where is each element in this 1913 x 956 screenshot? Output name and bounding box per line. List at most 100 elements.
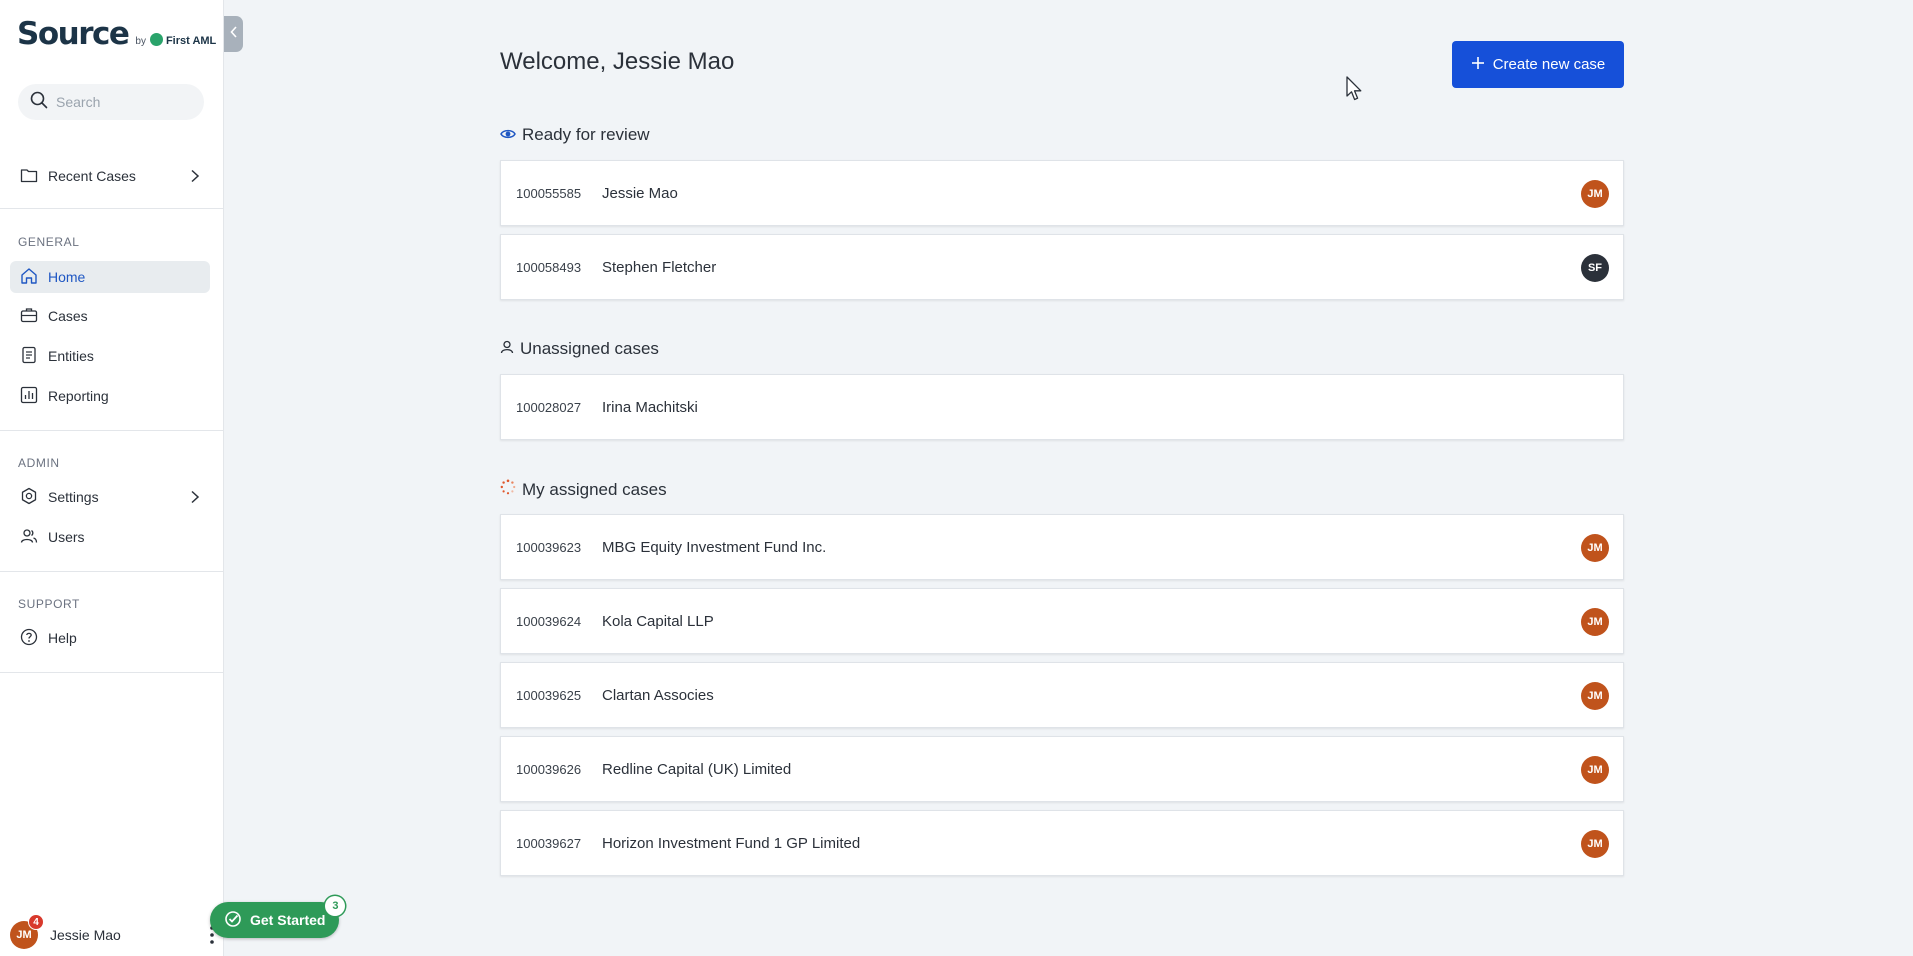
user-menu[interactable]: JM 4 Jessie Mao — [10, 914, 215, 949]
my-assigned-cases-heading: My assigned cases — [500, 479, 667, 500]
case-id: 100028027 — [516, 399, 582, 415]
search-input[interactable] — [56, 94, 196, 110]
progress-spinner-icon — [500, 479, 516, 500]
case-id: 100058493 — [516, 259, 582, 275]
sidebar: Source by First AML Recent Cases GENERAL… — [0, 0, 224, 956]
my-assigned-cases-list: 100039623 MBG Equity Investment Fund Inc… — [500, 514, 1624, 876]
case-name: Jessie Mao — [602, 184, 678, 202]
unassigned-cases-heading: Unassigned cases — [500, 339, 659, 359]
avatar[interactable]: JM 4 — [10, 914, 44, 949]
assignee-avatar: JM — [1581, 608, 1609, 636]
assignee-avatar: JM — [1581, 180, 1609, 208]
case-id: 100039624 — [516, 613, 582, 629]
briefcase-icon — [20, 306, 38, 327]
gear-icon — [20, 487, 38, 508]
case-row[interactable]: 100039624 Kola Capital LLP JM — [500, 588, 1624, 654]
sidebar-item-users[interactable]: Users — [10, 521, 210, 553]
sidebar-item-help[interactable]: Help — [10, 622, 210, 654]
divider — [0, 208, 224, 209]
chevron-right-icon — [190, 490, 200, 507]
recent-cases-label: Recent Cases — [48, 168, 136, 184]
chart-icon — [20, 386, 38, 407]
source-logo[interactable]: Source by First AML — [17, 16, 216, 52]
plus-icon — [1471, 56, 1485, 74]
document-icon — [20, 346, 38, 367]
sidebar-item-label: Home — [48, 269, 86, 285]
get-started-label: Get Started — [250, 912, 326, 928]
sidebar-item-label: Entities — [48, 348, 94, 364]
case-id: 100055585 — [516, 185, 582, 201]
assignee-avatar: JM — [1581, 830, 1609, 858]
sidebar-item-label: Settings — [48, 489, 99, 505]
case-name: Redline Capital (UK) Limited — [602, 760, 792, 778]
create-new-case-label: Create new case — [1492, 56, 1606, 73]
sidebar-item-cases[interactable]: Cases — [10, 300, 210, 332]
case-id: 100039627 — [516, 835, 582, 851]
assignee-avatar: JM — [1581, 756, 1609, 784]
sidebar-item-reporting[interactable]: Reporting — [10, 380, 210, 412]
help-icon — [20, 628, 38, 649]
divider — [0, 672, 224, 673]
case-name: Kola Capital LLP — [602, 612, 714, 630]
sidebar-item-home[interactable]: Home — [10, 261, 210, 293]
sidebar-item-label: Users — [48, 529, 85, 545]
section-title-text: Unassigned cases — [520, 339, 659, 358]
search-box[interactable] — [18, 84, 204, 120]
divider — [0, 430, 224, 431]
folder-icon — [20, 167, 38, 186]
ready-for-review-list: 100055585 Jessie Mao JM 100058493 Stephe… — [500, 160, 1624, 308]
chevron-right-icon — [190, 169, 200, 186]
home-icon — [20, 267, 38, 288]
case-name: Horizon Investment Fund 1 GP Limited — [602, 834, 861, 852]
get-started-count: 3 — [325, 896, 346, 916]
first-aml-logo-icon — [149, 33, 163, 46]
case-id: 100039625 — [516, 687, 582, 703]
avatar-initials: JM — [16, 929, 32, 941]
sidebar-item-label: Cases — [48, 308, 88, 324]
user-name: Jessie Mao — [50, 927, 121, 943]
general-section-label: GENERAL — [18, 235, 80, 249]
page-title: Welcome, Jessie Mao — [500, 48, 735, 75]
create-new-case-button[interactable]: Create new case — [1452, 41, 1624, 88]
case-name: Irina Machitski — [602, 398, 698, 416]
brand-by: by — [135, 36, 146, 47]
sidebar-item-label: Reporting — [48, 388, 109, 404]
notification-badge: 4 — [28, 914, 44, 930]
sidebar-item-entities[interactable]: Entities — [10, 340, 210, 372]
eye-icon — [500, 125, 516, 145]
case-row[interactable]: 100058493 Stephen Fletcher SF — [500, 234, 1624, 300]
case-row[interactable]: 100039626 Redline Capital (UK) Limited J… — [500, 736, 1624, 802]
mouse-cursor-icon — [1346, 76, 1364, 107]
chevron-left-icon — [229, 25, 238, 43]
assignee-avatar: SF — [1581, 254, 1609, 282]
check-circle-icon — [224, 910, 242, 931]
case-name: Stephen Fletcher — [602, 258, 717, 276]
case-id: 100039623 — [516, 539, 582, 555]
case-row[interactable]: 100039627 Horizon Investment Fund 1 GP L… — [500, 810, 1624, 876]
unassigned-cases-list: 100028027 Irina Machitski — [500, 374, 1624, 448]
search-icon — [30, 91, 48, 114]
admin-section-label: ADMIN — [18, 456, 60, 470]
recent-cases-item[interactable]: Recent Cases — [10, 160, 210, 192]
case-id: 100039626 — [516, 761, 582, 777]
collapse-sidebar-button[interactable] — [224, 16, 243, 52]
sidebar-item-label: Help — [48, 630, 77, 646]
case-row[interactable]: 100028027 Irina Machitski — [500, 374, 1624, 440]
assignee-avatar: JM — [1581, 534, 1609, 562]
case-row[interactable]: 100039623 MBG Equity Investment Fund Inc… — [500, 514, 1624, 580]
brand-name: Source — [17, 16, 130, 52]
case-name: MBG Equity Investment Fund Inc. — [602, 538, 827, 556]
case-row[interactable]: 100055585 Jessie Mao JM — [500, 160, 1624, 226]
case-name: Clartan Associes — [602, 686, 714, 704]
section-title-text: My assigned cases — [522, 479, 667, 499]
divider — [0, 571, 224, 572]
sidebar-item-settings[interactable]: Settings — [10, 481, 210, 513]
users-icon — [20, 527, 38, 548]
brand-partner: First AML — [165, 35, 217, 47]
case-row[interactable]: 100039625 Clartan Associes JM — [500, 662, 1624, 728]
get-started-button[interactable]: Get Started 3 — [210, 896, 346, 938]
assignee-avatar: JM — [1581, 682, 1609, 710]
support-section-label: SUPPORT — [18, 597, 80, 611]
person-icon — [500, 339, 514, 359]
ready-for-review-heading: Ready for review — [500, 125, 650, 145]
